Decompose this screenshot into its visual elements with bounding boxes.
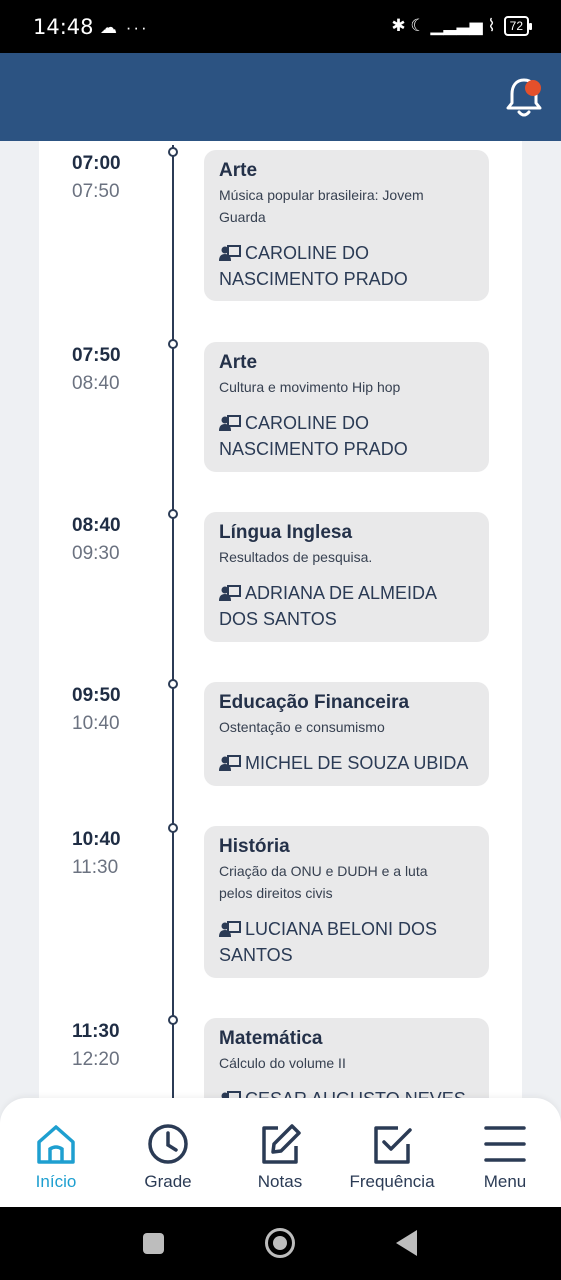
nav-label: Notas [257,1172,303,1191]
status-bar: 14:48 ☁ ··· ✱ ☾ ▁▂▃▅ ⌇ 72 [0,0,561,53]
class-card[interactable]: Arte Cultura e movimento Hip hop CAROLIN… [204,342,489,472]
class-card[interactable]: Educação Financeira Ostentação e consumi… [204,682,489,786]
end-time: 12:20 [72,1049,120,1070]
timeline-dot [168,679,178,689]
end-time: 07:50 [72,181,120,202]
nav-label: Início [35,1172,77,1191]
teacher-name: CAROLINE DO NASCIMENTO PRADO [219,413,408,459]
start-time: 10:40 [72,829,121,850]
nav-label: Grade [144,1172,192,1191]
teacher-name: MICHEL DE SOUZA UBIDA [219,750,474,776]
home-icon [37,1125,75,1164]
class-card[interactable]: História Criação da ONU e DUDH e a luta p… [204,826,489,978]
timeline-dot [168,823,178,833]
start-time: 08:40 [72,515,121,536]
nav-label: Frequência [349,1172,435,1191]
status-system-icons: ✱ ☾ ▁▂▃▅ ⌇ 72 [391,16,533,36]
subject-name: Matemática [219,1028,323,1049]
class-topic: Resultados de pesquisa. [219,549,373,565]
timeline-dot [168,147,178,157]
subject-name: História [219,836,290,857]
hamburger-icon [484,1126,526,1162]
subject-name: Educação Financeira [219,692,410,713]
nav-item-grade[interactable]: Grade [113,1122,223,1192]
teacher-name: LUCIANA BELONI DOS SANTOS [219,919,438,965]
teacher-icon [219,921,241,937]
nav-item-menu[interactable]: Menu [450,1122,560,1192]
home-button[interactable] [265,1228,295,1258]
class-topic: Ostentação e consumismo [219,719,385,735]
teacher-icon [219,585,241,601]
end-time: 09:30 [72,543,120,564]
class-card[interactable]: Língua Inglesa Resultados de pesquisa. A… [204,512,489,642]
status-time: 14:48 [33,15,94,39]
teacher-icon [219,415,241,431]
teacher-name: CAROLINE DO NASCIMENTO PRADO [219,243,408,289]
timeline-dot [168,509,178,519]
start-time: 09:50 [72,685,121,706]
battery-icon: 72 [503,16,533,36]
end-time: 10:40 [72,713,120,734]
subject-name: Língua Inglesa [219,522,353,543]
edit-icon [262,1124,301,1164]
notification-badge [525,80,541,96]
timeline-dot [168,1015,178,1025]
timeline-line [172,145,174,1107]
clock-icon [148,1124,188,1164]
app-header [0,53,561,141]
class-card[interactable]: Matemática Cálculo do volume II CESAR AU… [204,1018,489,1107]
timeline-dot [168,339,178,349]
nav-label: Menu [483,1172,527,1191]
back-button[interactable] [396,1230,417,1256]
subject-name: Arte [219,352,258,373]
class-card[interactable]: Arte Música popular brasileira: Jovem Gua… [204,150,489,301]
class-topic: Criação da ONU e DUDH e a luta pelos dire… [219,863,428,901]
subject-name: Arte [219,160,258,181]
bottom-nav: Início Grade Notas Frequência Menu [0,1098,561,1207]
status-notification-icons: ☁ ··· [100,18,149,37]
checkbox-icon [374,1126,412,1164]
teacher-icon [219,245,241,261]
nav-item-inicio[interactable]: Início [1,1122,111,1192]
system-icons: ✱ ☾ ▁▂▃▅ ⌇ [391,16,496,35]
class-topic: Música popular brasileira: Jovem Guarda [219,187,424,225]
start-time: 07:50 [72,345,121,366]
end-time: 11:30 [72,857,119,878]
recents-button[interactable] [143,1233,164,1254]
nav-item-notas[interactable]: Notas [225,1122,335,1192]
teacher-name: ADRIANA DE ALMEIDA DOS SANTOS [219,583,438,629]
end-time: 08:40 [72,373,120,394]
teacher-icon [219,755,241,771]
system-nav-bar [0,1207,561,1280]
nav-item-frequencia[interactable]: Frequência [337,1122,447,1192]
start-time: 07:00 [72,153,121,174]
class-topic: Cultura e movimento Hip hop [219,379,401,395]
start-time: 11:30 [72,1021,120,1042]
schedule-content[interactable]: 07:00 07:50 Arte Música popular brasilei… [0,141,561,1107]
class-topic: Cálculo do volume II [219,1055,346,1071]
